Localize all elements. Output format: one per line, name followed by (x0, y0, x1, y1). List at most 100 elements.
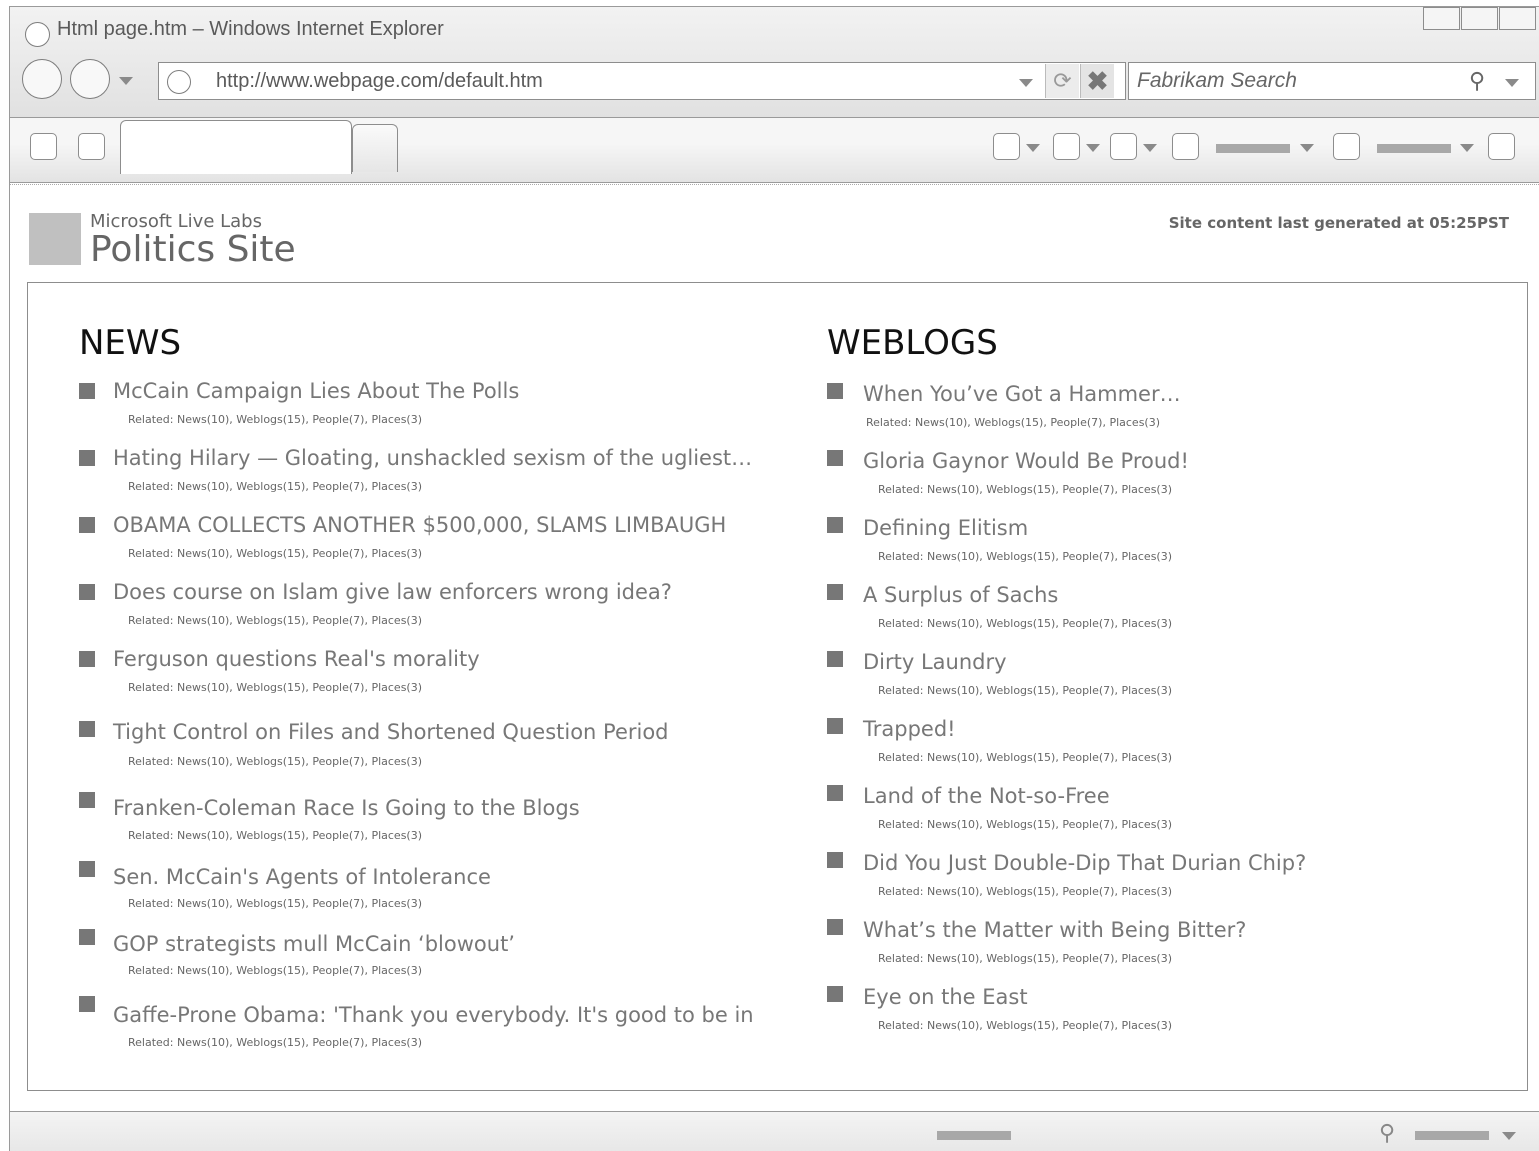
favorites-button[interactable] (30, 133, 57, 160)
history-dropdown-icon[interactable] (119, 77, 133, 85)
tools-dropdown-icon[interactable] (1460, 144, 1474, 152)
bullet-icon (79, 996, 95, 1012)
news-item-title[interactable]: OBAMA COLLECTS ANOTHER $500,000, SLAMS L… (113, 513, 726, 537)
print-button[interactable] (1110, 133, 1137, 160)
page-content: Microsoft Live Labs Politics Site Site c… (10, 184, 1539, 1111)
weblog-item-title[interactable]: Did You Just Double-Dip That Durian Chip… (863, 851, 1306, 875)
bullet-icon (827, 450, 843, 466)
page-menu-label[interactable] (1216, 144, 1290, 153)
weblogs-column: WEBLOGS When You’ve Got a Hammer… Relate… (827, 323, 1507, 1049)
weblog-item-related[interactable]: Related: News(10), Weblogs(15), People(7… (878, 483, 1172, 496)
back-button[interactable] (22, 59, 62, 99)
tab-current[interactable] (120, 120, 352, 174)
news-item-related[interactable]: Related: News(10), Weblogs(15), People(7… (128, 614, 422, 627)
title-bar: Html page.htm – Windows Internet Explore… (10, 7, 1539, 117)
address-bar[interactable]: http://www.webpage.com/default.htm ⟳ ✖ (158, 62, 1126, 100)
news-item-title[interactable]: Tight Control on Files and Shortened Que… (113, 720, 669, 744)
news-item-related[interactable]: Related: News(10), Weblogs(15), People(7… (128, 681, 422, 694)
news-item-related[interactable]: Related: News(10), Weblogs(15), People(7… (128, 755, 422, 768)
weblog-item-title[interactable]: Eye on the East (863, 985, 1028, 1009)
bullet-icon (79, 792, 95, 808)
weblog-item-title[interactable]: A Surplus of Sachs (863, 583, 1058, 607)
zoom-level[interactable] (1415, 1131, 1489, 1140)
news-item-related[interactable]: Related: News(10), Weblogs(15), People(7… (128, 829, 422, 842)
news-item-title[interactable]: GOP strategists mull McCain ‘blowout’ (113, 932, 515, 956)
home-dropdown-icon[interactable] (1026, 144, 1040, 152)
help-button[interactable] (1488, 133, 1515, 160)
weblog-item-title[interactable]: Land of the Not-so-Free (863, 784, 1110, 808)
news-item: Sen. McCain's Agents of Intolerance Rela… (79, 857, 779, 925)
weblog-item-title[interactable]: Trapped! (863, 717, 956, 741)
news-item-related[interactable]: Related: News(10), Weblogs(15), People(7… (128, 413, 422, 426)
zoom-dropdown-icon[interactable] (1502, 1132, 1516, 1140)
tools-menu-label[interactable] (1377, 144, 1451, 153)
minimize-button[interactable] (1423, 7, 1460, 30)
weblog-item: Defining Elitism Related: News(10), Webl… (827, 513, 1507, 580)
refresh-icon[interactable]: ⟳ (1045, 64, 1079, 98)
search-input[interactable]: Fabrikam Search ⚲ (1128, 62, 1536, 100)
search-placeholder: Fabrikam Search (1137, 69, 1297, 92)
news-item-related[interactable]: Related: News(10), Weblogs(15), People(7… (128, 964, 422, 977)
weblog-item: Trapped! Related: News(10), Weblogs(15),… (827, 714, 1507, 781)
address-dropdown-icon[interactable] (1019, 79, 1033, 87)
search-dropdown-icon[interactable] (1505, 79, 1519, 87)
feeds-dropdown-icon[interactable] (1086, 144, 1100, 152)
forward-button[interactable] (70, 59, 110, 99)
bullet-icon (827, 718, 843, 734)
page-dropdown-icon[interactable] (1300, 144, 1314, 152)
weblogs-list: When You’ve Got a Hammer… Related: News(… (827, 379, 1507, 1049)
news-item-title[interactable]: Ferguson questions Real's morality (113, 647, 480, 671)
news-item: Franken-Coleman Race Is Going to the Blo… (79, 788, 779, 857)
news-item: Gaffe-Prone Obama: 'Thank you everybody.… (79, 992, 779, 1059)
new-tab-button[interactable] (352, 124, 398, 172)
bullet-icon (79, 383, 95, 399)
home-button[interactable] (993, 133, 1020, 160)
weblog-item-title[interactable]: When You’ve Got a Hammer… (863, 382, 1181, 406)
news-item: Does course on Islam give law enforcers … (79, 580, 779, 647)
weblog-item-title[interactable]: Gloria Gaynor Would Be Proud! (863, 449, 1189, 473)
tools-button[interactable] (1333, 133, 1360, 160)
page-button[interactable] (1172, 133, 1199, 160)
weblog-item-related[interactable]: Related: News(10), Weblogs(15), People(7… (878, 550, 1172, 563)
news-item-related[interactable]: Related: News(10), Weblogs(15), People(7… (128, 547, 422, 560)
weblog-item-title[interactable]: What’s the Matter with Being Bitter? (863, 918, 1246, 942)
weblog-item-related[interactable]: Related: News(10), Weblogs(15), People(7… (866, 416, 1160, 429)
weblog-item-title[interactable]: Defining Elitism (863, 516, 1028, 540)
feeds-button[interactable] (1053, 133, 1080, 160)
news-item-title[interactable]: Does course on Islam give law enforcers … (113, 580, 672, 604)
print-dropdown-icon[interactable] (1143, 144, 1157, 152)
bullet-icon (827, 852, 843, 868)
news-item-related[interactable]: Related: News(10), Weblogs(15), People(7… (128, 897, 422, 910)
close-button[interactable] (1499, 7, 1536, 30)
news-item: OBAMA COLLECTS ANOTHER $500,000, SLAMS L… (79, 513, 779, 580)
weblog-item: When You’ve Got a Hammer… Related: News(… (827, 379, 1507, 446)
stop-icon[interactable]: ✖ (1080, 64, 1114, 98)
weblog-item-related[interactable]: Related: News(10), Weblogs(15), People(7… (878, 751, 1172, 764)
status-bar: ⚲ (10, 1111, 1539, 1151)
news-item-title[interactable]: McCain Campaign Lies About The Polls (113, 379, 519, 403)
address-url[interactable]: http://www.webpage.com/default.htm (216, 70, 543, 93)
bullet-icon (827, 383, 843, 399)
weblog-item-related[interactable]: Related: News(10), Weblogs(15), People(7… (878, 684, 1172, 697)
weblog-item-related[interactable]: Related: News(10), Weblogs(15), People(7… (878, 1019, 1172, 1032)
add-favorites-button[interactable] (78, 133, 105, 160)
tab-bar (10, 117, 1539, 183)
window-controls (1422, 7, 1536, 30)
news-item-title[interactable]: Franken-Coleman Race Is Going to the Blo… (113, 796, 580, 820)
generated-timestamp: Site content last generated at 05:25PST (1168, 214, 1509, 232)
bullet-icon (827, 584, 843, 600)
news-item-related[interactable]: Related: News(10), Weblogs(15), People(7… (128, 480, 422, 493)
search-icon[interactable]: ⚲ (1469, 68, 1485, 94)
news-item-title[interactable]: Hating Hilary — Gloating, unshackled sex… (113, 446, 752, 470)
news-item-related[interactable]: Related: News(10), Weblogs(15), People(7… (128, 1036, 422, 1049)
weblog-item-related[interactable]: Related: News(10), Weblogs(15), People(7… (878, 617, 1172, 630)
news-item: Hating Hilary — Gloating, unshackled sex… (79, 446, 779, 513)
weblog-item-related[interactable]: Related: News(10), Weblogs(15), People(7… (878, 818, 1172, 831)
news-item-title[interactable]: Sen. McCain's Agents of Intolerance (113, 865, 491, 889)
weblog-item-related[interactable]: Related: News(10), Weblogs(15), People(7… (878, 885, 1172, 898)
weblog-item-title[interactable]: Dirty Laundry (863, 650, 1007, 674)
zoom-icon[interactable]: ⚲ (1379, 1120, 1395, 1146)
news-item-title[interactable]: Gaffe-Prone Obama: 'Thank you everybody.… (113, 1003, 754, 1027)
weblog-item-related[interactable]: Related: News(10), Weblogs(15), People(7… (878, 952, 1172, 965)
maximize-button[interactable] (1461, 7, 1498, 30)
